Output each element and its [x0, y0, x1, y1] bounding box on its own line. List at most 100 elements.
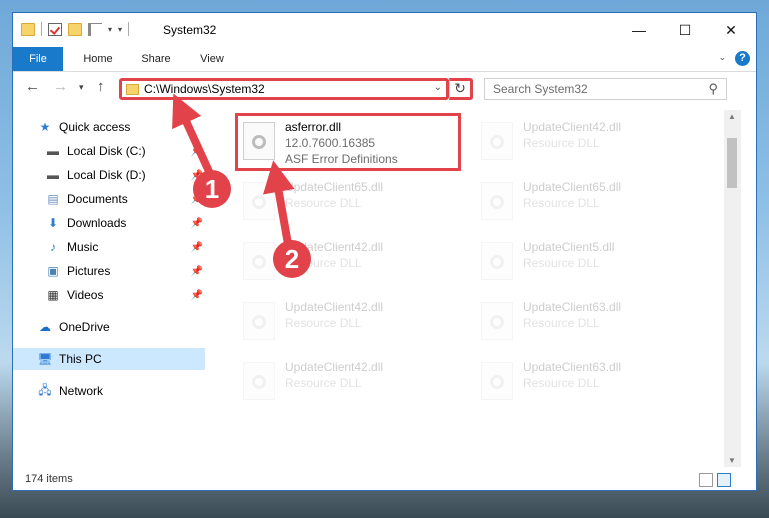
sidebar-item-downloads[interactable]: ⬇ Downloads 📌 [13, 212, 205, 234]
dll-file-icon [481, 242, 513, 280]
sidebar-item-pictures[interactable]: ▣ Pictures 📌 [13, 260, 205, 282]
file-list: asferror.dll 12.0.7600.16385 ASF Error D… [223, 112, 728, 464]
customize-icon[interactable] [88, 22, 102, 36]
sidebar-item-label: Pictures [67, 264, 111, 278]
file-tile[interactable]: UpdateClient42.dll Resource DLL [237, 296, 467, 346]
maximize-button[interactable]: ☐ [662, 13, 708, 47]
step-badge-1: 1 [193, 170, 231, 208]
drive-icon: ▬ [47, 144, 59, 158]
network-icon: 🖧 [38, 382, 52, 397]
pin-icon[interactable]: 📌 [191, 146, 203, 157]
sidebar-item-label: Local Disk (C:) [67, 144, 146, 158]
sidebar-item-music[interactable]: ♪ Music 📌 [13, 236, 205, 258]
help-icon[interactable]: ? [735, 51, 750, 66]
file-tile[interactable]: UpdateClient42.dll Resource DLL [475, 116, 705, 166]
cloud-icon: ☁ [39, 320, 51, 334]
tab-view[interactable]: View [189, 47, 235, 71]
pin-icon[interactable]: 📌 [191, 266, 203, 277]
chevron-down-icon[interactable]: ▾ [108, 25, 112, 34]
address-bar[interactable]: C:\Windows\System32 ⌄ [119, 78, 449, 100]
dll-file-icon [243, 362, 275, 400]
sidebar-item-label: Downloads [67, 216, 127, 230]
dll-file-icon [481, 302, 513, 340]
status-bar: 174 items [13, 470, 756, 490]
forward-arrow-icon[interactable]: → [53, 78, 68, 95]
dll-file-icon [481, 122, 513, 160]
step-badge-2: 2 [273, 240, 311, 278]
item-count: 174 items [25, 473, 73, 485]
up-arrow-icon[interactable]: ↑ [97, 78, 105, 95]
expand-ribbon-icon[interactable]: ⌄ [718, 52, 726, 63]
sidebar-item-label: Local Disk (D:) [67, 168, 146, 182]
file-tile[interactable]: UpdateClient42.dll Resource DLL [237, 236, 467, 286]
search-placeholder: Search System32 [493, 82, 588, 96]
file-description: Resource DLL [523, 256, 600, 270]
sidebar-item-onedrive[interactable]: ☁ OneDrive [13, 316, 205, 338]
tab-share[interactable]: Share [133, 47, 179, 71]
file-tile[interactable]: UpdateClient63.dll Resource DLL [475, 356, 705, 406]
details-view-icon[interactable] [699, 473, 713, 487]
sidebar-item-quick-access[interactable]: ★ Quick access [13, 116, 205, 138]
folder-icon [21, 22, 35, 36]
navigation-pane: ★ Quick access ▬ Local Disk (C:) 📌 ▬ Loc… [13, 112, 208, 462]
drive-icon: ▬ [47, 168, 59, 182]
new-folder-icon[interactable] [68, 22, 82, 36]
sidebar-item-local-disk-d[interactable]: ▬ Local Disk (D:) 📌 [13, 164, 205, 186]
back-arrow-icon[interactable]: ← [25, 78, 40, 95]
title-bar: ▾ ▾ System32 — ☐ ✕ [13, 13, 756, 47]
search-input[interactable]: Search System32 ⚲ [484, 78, 727, 100]
sidebar-item-documents[interactable]: ▤ Documents 📌 [13, 188, 205, 210]
file-tile[interactable]: UpdateClient5.dll Resource DLL [475, 236, 705, 286]
pin-icon[interactable]: 📌 [191, 218, 203, 229]
close-button[interactable]: ✕ [708, 13, 754, 47]
file-name: UpdateClient65.dll [285, 180, 384, 194]
sidebar-item-network[interactable]: 🖧 Network [13, 380, 205, 402]
explorer-window: ▾ ▾ System32 — ☐ ✕ File Home Share View … [12, 12, 757, 491]
search-icon[interactable]: ⚲ [708, 81, 718, 97]
dll-file-icon [481, 362, 513, 400]
toolbar-divider [128, 22, 130, 36]
recent-locations-icon[interactable]: ▾ [79, 82, 84, 93]
vertical-scrollbar[interactable]: ▲ ▼ [724, 110, 741, 467]
navigation-bar: ← → ▾ ↑ C:\Windows\System32 ⌄ ↻ Search S… [13, 72, 756, 106]
file-tile[interactable]: UpdateClient63.dll Resource DLL [475, 296, 705, 346]
pin-icon[interactable]: 📌 [191, 290, 203, 301]
file-name: UpdateClient5.dll [523, 240, 615, 254]
tab-home[interactable]: Home [75, 47, 121, 71]
sidebar-item-this-pc[interactable]: 🖥 This PC [13, 348, 205, 370]
file-tile[interactable]: UpdateClient65.dll Resource DLL [475, 176, 705, 226]
pictures-icon: ▣ [47, 264, 59, 278]
refresh-button[interactable]: ↻ [449, 78, 473, 100]
scroll-thumb[interactable] [727, 138, 737, 188]
tab-file[interactable]: File [13, 47, 63, 71]
dll-file-icon [243, 302, 275, 340]
file-name: UpdateClient42.dll [523, 120, 622, 134]
scroll-up-icon[interactable]: ▲ [728, 112, 736, 121]
sidebar-item-label: Documents [67, 192, 128, 206]
scroll-down-icon[interactable]: ▼ [728, 456, 736, 465]
file-description: Resource DLL [285, 376, 362, 390]
sidebar-item-label: OneDrive [59, 320, 110, 334]
sidebar-item-label: Quick access [59, 120, 131, 134]
download-icon: ⬇ [47, 216, 59, 230]
dll-file-icon [243, 182, 275, 220]
address-path: C:\Windows\System32 [144, 82, 265, 96]
documents-icon: ▤ [47, 192, 59, 206]
large-icons-view-icon[interactable] [717, 473, 731, 487]
minimize-button[interactable]: — [616, 13, 662, 47]
sidebar-item-videos[interactable]: ▦ Videos 📌 [13, 284, 205, 306]
chevron-down-icon[interactable]: ⌄ [434, 82, 442, 93]
file-name: UpdateClient63.dll [523, 300, 622, 314]
folder-icon [126, 84, 139, 95]
pin-icon[interactable]: 📌 [191, 242, 203, 253]
toolbar-divider [41, 22, 42, 36]
file-name: UpdateClient63.dll [523, 360, 622, 374]
sidebar-item-label: Music [67, 240, 99, 254]
file-name: UpdateClient65.dll [523, 180, 622, 194]
file-description: Resource DLL [523, 316, 600, 330]
file-tile[interactable]: UpdateClient65.dll Resource DLL [237, 176, 467, 226]
properties-check-icon[interactable] [48, 22, 62, 36]
sidebar-item-local-disk-c[interactable]: ▬ Local Disk (C:) 📌 [13, 140, 205, 162]
qat-dropdown-icon[interactable]: ▾ [118, 25, 122, 34]
file-tile[interactable]: UpdateClient42.dll Resource DLL [237, 356, 467, 406]
